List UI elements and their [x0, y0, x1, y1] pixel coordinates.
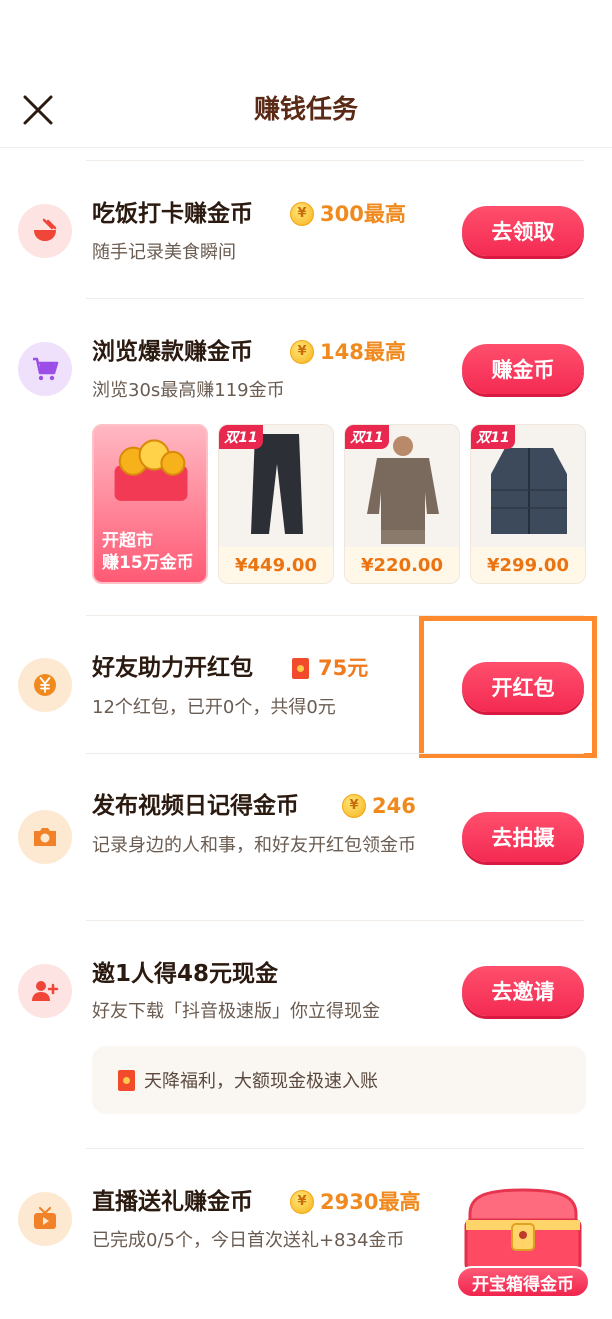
task-title: 直播送礼赚金币	[92, 1189, 253, 1215]
task-title: 邀1人得48元现金	[92, 961, 279, 987]
reward-amount: ¥2930最高	[290, 1186, 420, 1218]
coin-icon: ¥	[290, 202, 314, 226]
coin-icon: ¥	[342, 794, 366, 818]
notice-text: 天降福利，大额现金极速入账	[144, 1071, 378, 1092]
red-packet-icon	[292, 657, 309, 679]
task-subtitle: 已完成0/5个，今日首次送礼+834金币	[92, 1230, 405, 1251]
shoot-button[interactable]: 去拍摄	[462, 812, 584, 862]
divider	[86, 1148, 584, 1149]
page-title: 赚钱任务	[253, 95, 358, 125]
divider	[86, 920, 584, 921]
divider	[86, 160, 584, 161]
jacket-image	[481, 433, 575, 543]
reward-amount: 75元	[292, 652, 368, 684]
reward-amount: ¥148最高	[290, 336, 406, 368]
divider	[86, 298, 584, 299]
chest-label: 开宝箱得金币	[456, 1266, 590, 1298]
divider	[86, 753, 584, 754]
sweater-image	[355, 433, 449, 544]
invite-button[interactable]: 去邀请	[462, 966, 584, 1016]
double11-badge: 双11	[219, 425, 263, 449]
task-subtitle: 好友下载「抖音极速版」你立得现金	[92, 1001, 380, 1022]
task-subtitle: 浏览30s最高赚119金币	[92, 380, 285, 401]
treasure-chest-icon	[464, 1188, 582, 1272]
coin-icon: ¥	[290, 340, 314, 364]
supermarket-label: 开超市 赚15万金币	[102, 531, 194, 573]
yuan-icon	[18, 658, 72, 712]
header: 赚钱任务	[0, 0, 612, 148]
task-subtitle: 12个红包，已开0个，共得0元	[92, 697, 336, 718]
product-carousel: 开超市 赚15万金币 双11 ¥449.00 双11 ¥220.00 双11 ¥…	[92, 424, 586, 584]
red-packet-icon	[118, 1069, 135, 1091]
coin-icon: ¥	[290, 1190, 314, 1214]
double11-badge: 双11	[471, 425, 515, 449]
supermarket-card[interactable]: 开超市 赚15万金币	[92, 424, 208, 584]
gold-basket-image	[114, 439, 188, 501]
claim-button[interactable]: 去领取	[462, 206, 584, 256]
pants-image	[229, 433, 323, 543]
task-subtitle: 记录身边的人和事，和好友开红包领金币	[92, 835, 416, 856]
product-card[interactable]: 双11 ¥449.00	[218, 424, 334, 584]
earn-coins-button[interactable]: 赚金币	[462, 344, 584, 394]
task-title: 浏览爆款赚金币	[92, 339, 253, 365]
product-price: ¥299.00	[471, 547, 585, 583]
task-subtitle: 随手记录美食瞬间	[92, 242, 236, 263]
product-price: ¥449.00	[219, 547, 333, 583]
reward-amount: ¥300最高	[290, 198, 406, 230]
product-price: ¥220.00	[345, 547, 459, 583]
double11-badge: 双11	[345, 425, 389, 449]
task-title: 好友助力开红包	[92, 655, 253, 681]
bowl-icon	[18, 204, 72, 258]
task-title: 发布视频日记得金币	[92, 793, 299, 819]
treasure-chest-button[interactable]: 开宝箱得金币	[456, 1186, 590, 1298]
tv-icon	[18, 1192, 72, 1246]
product-card[interactable]: 双11 ¥299.00	[470, 424, 586, 584]
camera-icon	[18, 810, 72, 864]
task-title: 吃饭打卡赚金币	[92, 201, 253, 227]
reward-amount: ¥246	[342, 790, 416, 822]
invite-icon	[18, 964, 72, 1018]
welfare-notice[interactable]: 天降福利，大额现金极速入账	[92, 1046, 586, 1114]
cart-icon	[18, 342, 72, 396]
product-card[interactable]: 双11 ¥220.00	[344, 424, 460, 584]
highlight-frame	[419, 616, 597, 758]
